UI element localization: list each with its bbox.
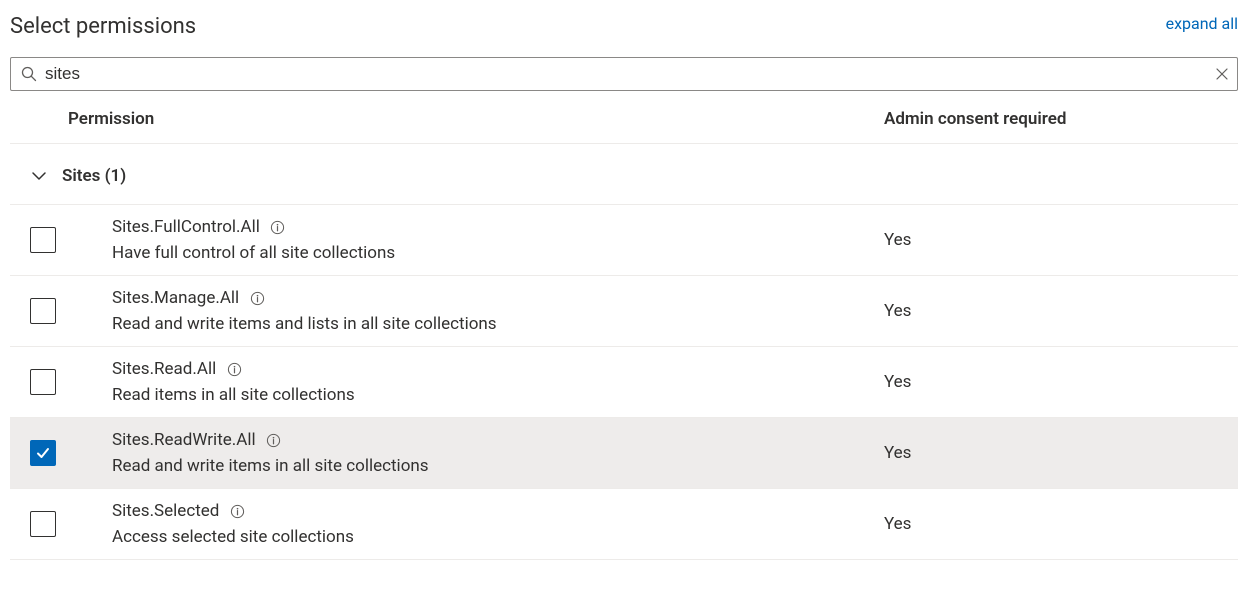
permission-row: Sites.Read.All Read items in all site col… bbox=[10, 347, 1238, 418]
permission-name: Sites.Manage.All bbox=[112, 288, 239, 308]
group-label: Sites (1) bbox=[62, 166, 126, 186]
column-admin-consent: Admin consent required bbox=[884, 109, 1066, 129]
permission-checkbox[interactable] bbox=[30, 298, 56, 324]
search-input[interactable] bbox=[37, 60, 1215, 88]
permission-name: Sites.FullControl.All bbox=[112, 217, 260, 237]
permission-checkbox[interactable] bbox=[30, 227, 56, 253]
permission-info: Sites.Read.All Read items in all site col… bbox=[112, 359, 884, 405]
info-icon[interactable] bbox=[226, 361, 242, 377]
admin-consent-value: Yes bbox=[884, 514, 911, 534]
permission-row: Sites.Manage.All Read and write items and… bbox=[10, 276, 1238, 347]
permission-description: Read and write items and lists in all si… bbox=[112, 314, 884, 334]
info-icon[interactable] bbox=[270, 219, 286, 235]
permission-info: Sites.Selected Access selected site colle… bbox=[112, 501, 884, 547]
permission-name: Sites.ReadWrite.All bbox=[112, 430, 256, 450]
info-icon[interactable] bbox=[229, 503, 245, 519]
page-title: Select permissions bbox=[10, 14, 196, 39]
permission-description: Have full control of all site collection… bbox=[112, 243, 884, 263]
search-icon bbox=[21, 66, 37, 82]
permission-info: Sites.Manage.All Read and write items and… bbox=[112, 288, 884, 334]
permission-description: Read items in all site collections bbox=[112, 385, 884, 405]
expand-all-link[interactable]: expand all bbox=[1166, 14, 1238, 33]
chevron-down-icon bbox=[30, 167, 48, 185]
permission-description: Read and write items in all site collect… bbox=[112, 456, 884, 476]
search-box[interactable] bbox=[10, 57, 1238, 91]
permission-checkbox[interactable] bbox=[30, 369, 56, 395]
admin-consent-value: Yes bbox=[884, 372, 911, 392]
group-sites[interactable]: Sites (1) bbox=[10, 144, 1238, 205]
clear-search-icon[interactable] bbox=[1215, 67, 1229, 81]
permission-name: Sites.Selected bbox=[112, 501, 219, 521]
permission-checkbox[interactable] bbox=[30, 511, 56, 537]
permission-row: Sites.Selected Access selected site colle… bbox=[10, 489, 1238, 560]
admin-consent-value: Yes bbox=[884, 230, 911, 250]
permission-row: Sites.FullControl.All Have full control o… bbox=[10, 205, 1238, 276]
column-permission: Permission bbox=[68, 109, 884, 129]
column-headers: Permission Admin consent required bbox=[10, 95, 1238, 144]
permission-checkbox[interactable] bbox=[30, 440, 56, 466]
permission-info: Sites.ReadWrite.All Read and write items … bbox=[112, 430, 884, 476]
info-icon[interactable] bbox=[249, 290, 265, 306]
info-icon[interactable] bbox=[266, 432, 282, 448]
permission-info: Sites.FullControl.All Have full control o… bbox=[112, 217, 884, 263]
permission-description: Access selected site collections bbox=[112, 527, 884, 547]
admin-consent-value: Yes bbox=[884, 443, 911, 463]
admin-consent-value: Yes bbox=[884, 301, 911, 321]
permission-row: Sites.ReadWrite.All Read and write items … bbox=[10, 418, 1238, 489]
permission-name: Sites.Read.All bbox=[112, 359, 216, 379]
